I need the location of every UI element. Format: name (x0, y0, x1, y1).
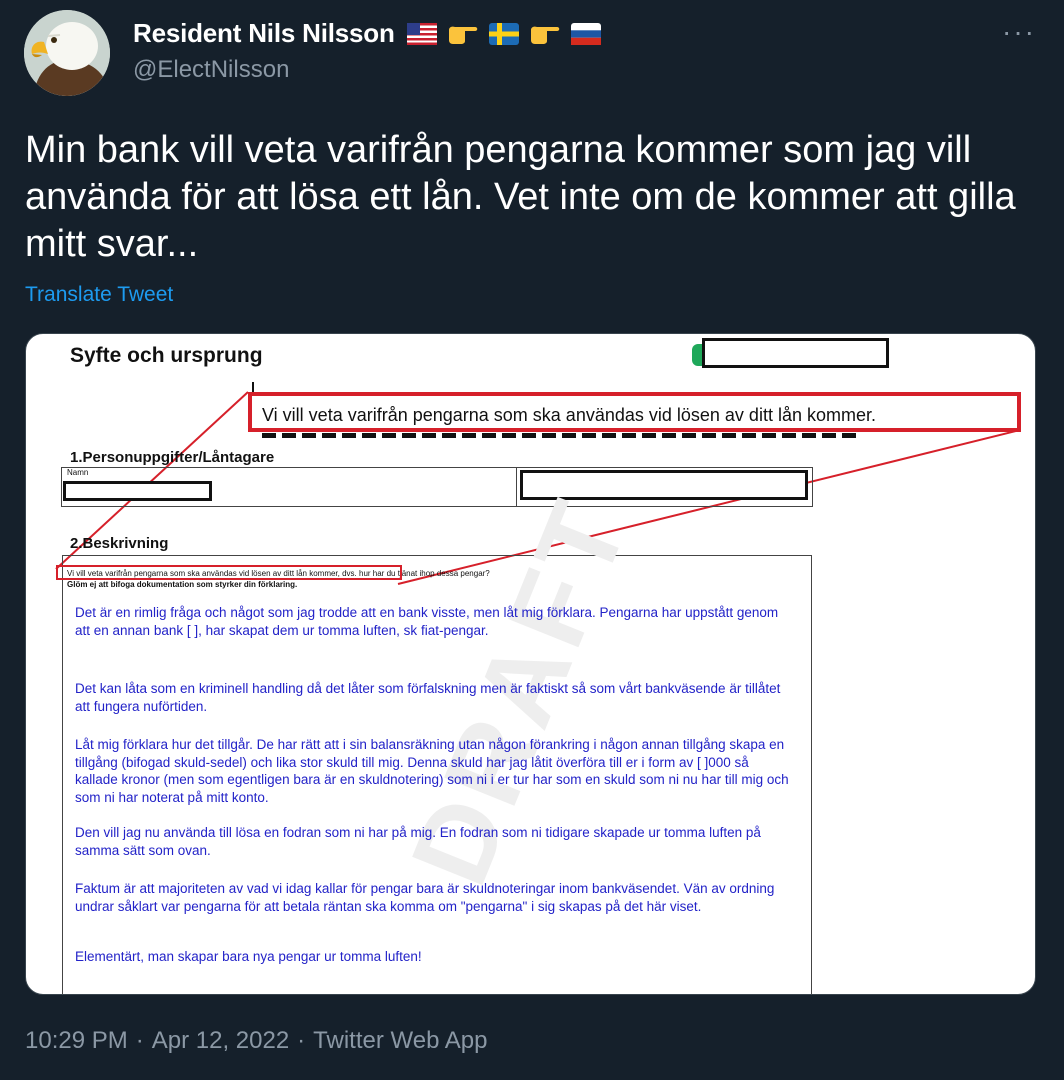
eagle-avatar-image (24, 10, 110, 96)
enlarged-question: Vi vill veta varifrån pengarna som ska a… (262, 405, 876, 425)
pointing-right-icon (448, 26, 477, 44)
tweet-date[interactable]: Apr 12, 2022 (152, 1027, 289, 1054)
more-options-button[interactable]: ··· (1002, 16, 1036, 48)
answer-paragraph-5: Faktum är att majoriteten av vad vi idag… (75, 881, 775, 914)
form-divider (516, 468, 517, 506)
tweet-time[interactable]: 10:29 PM (25, 1027, 128, 1054)
pointing-right-icon (530, 26, 559, 44)
tweet-meta: 10:29 PM · Apr 12, 2022 · Twitter Web App (25, 1027, 487, 1055)
sweden-flag-icon (488, 22, 519, 45)
author-display-name[interactable]: Resident Nils Nilsson (133, 18, 395, 49)
redacted-name (63, 481, 212, 501)
redacted-box (702, 338, 889, 368)
document-title: Syfte och ursprung (70, 344, 263, 367)
answer-paragraph-3: Låt mig förklara hur det tillgår. De har… (75, 737, 789, 805)
documentation-reminder: Glöm ej att bifoga dokumentation som sty… (67, 580, 298, 589)
us-flag-icon (406, 22, 437, 45)
section1-title: 1.Personuppgifter/Låntagare (70, 449, 275, 466)
tweet-media-image[interactable]: Syfte och ursprung Vi vill veta varifrån… (25, 333, 1036, 995)
author-name-row: Resident Nils Nilsson (133, 18, 601, 49)
name-field-label: Namn (67, 468, 89, 477)
tweet-text: Min bank vill veta varifrån pengarna kom… (25, 129, 1016, 265)
section2-title: 2.Beskrivning (70, 535, 169, 552)
answer-paragraph-6: Elementärt, man skapar bara nya pengar u… (75, 949, 422, 964)
author-handle[interactable]: @ElectNilsson (133, 56, 289, 84)
meta-separator: · (297, 1027, 306, 1054)
russia-flag-icon (570, 22, 601, 45)
translate-tweet-link[interactable]: Translate Tweet (25, 283, 173, 307)
answer-paragraph-1: Det är en rimlig fråga och något som jag… (75, 605, 779, 638)
small-question-highlight (56, 565, 402, 580)
author-emoji-flags (406, 22, 601, 46)
meta-separator: · (135, 1027, 144, 1054)
tweet-source[interactable]: Twitter Web App (313, 1027, 487, 1054)
answer-paragraph-2: Det kan låta som en kriminell handling d… (75, 681, 781, 714)
author-avatar[interactable] (24, 10, 110, 96)
answer-paragraph-4: Den vill jag nu använda till lösa en fod… (75, 825, 761, 858)
cut-off-text-line (262, 433, 862, 438)
